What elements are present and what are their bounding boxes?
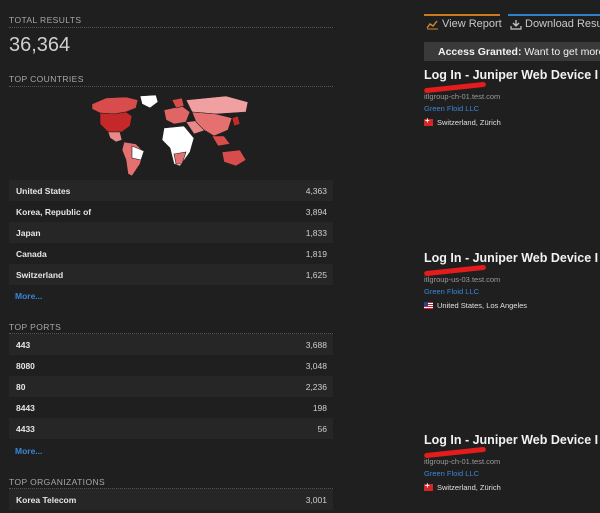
map-usa — [99, 111, 133, 133]
result-location-text: Switzerland, Zürich — [437, 118, 501, 127]
result-title-link[interactable]: Log In - Juniper Web Device I — [424, 68, 600, 82]
port-count: 2,236 — [305, 382, 327, 392]
port-row[interactable]: 8443 198 — [9, 397, 333, 418]
result-organization-link[interactable]: Green Floid LLC — [424, 469, 600, 478]
divider — [9, 27, 333, 28]
port-row[interactable]: 80 2,236 — [9, 376, 333, 397]
download-icon — [510, 19, 522, 30]
total-results-value: 36,364 — [9, 34, 71, 56]
download-results-button[interactable]: Download Resu — [510, 14, 600, 34]
port-count: 3,048 — [305, 361, 327, 371]
country-count: 1,625 — [305, 270, 327, 280]
country-name: United States — [16, 186, 71, 196]
result-hostname: itlgroup-ch-01.test.com — [424, 92, 501, 101]
result-location-text: Switzerland, Zürich — [437, 483, 501, 492]
map-canada — [91, 96, 139, 115]
country-count: 3,894 — [305, 207, 327, 217]
country-count: 1,833 — [305, 228, 327, 238]
organization-name: Korea Telecom — [16, 495, 77, 505]
view-report-label: View Report — [442, 18, 502, 30]
countries-more-link[interactable]: More... — [15, 291, 42, 301]
summary-panel: TOTAL RESULTS 36,364 TOP COUNTRIES Unite… — [0, 0, 340, 513]
country-row[interactable]: Japan 1,833 — [9, 222, 333, 243]
results-panel: View Report Download Resu Access Granted… — [418, 0, 600, 513]
organization-count: 3,001 — [305, 495, 327, 505]
ports-more-link[interactable]: More... — [15, 446, 42, 456]
result-title-link[interactable]: Log In - Juniper Web Device I — [424, 433, 600, 447]
switzerland-flag-icon — [424, 116, 433, 126]
port-name: 4433 — [16, 424, 35, 434]
result-organization-link[interactable]: Green Floid LLC — [424, 104, 600, 113]
map-mexico — [107, 131, 123, 143]
country-row[interactable]: United States 4,363 — [9, 180, 333, 201]
map-se-asia — [211, 135, 231, 147]
map-korea-japan — [231, 115, 241, 127]
banner-strong-text: Access Granted: — [438, 46, 522, 58]
result-location-text: United States, Los Angeles — [437, 301, 528, 310]
country-name: Canada — [16, 249, 47, 259]
switzerland-flag-icon — [424, 481, 433, 491]
result-location: Switzerland, Zürich — [424, 481, 600, 492]
result-item: Log In - Juniper Web Device I itlgroup-u… — [423, 251, 600, 310]
port-row[interactable]: 8080 3,048 — [9, 355, 333, 376]
country-row[interactable]: Canada 1,819 — [9, 243, 333, 264]
port-name: 8443 — [16, 403, 35, 413]
total-results-label: TOTAL RESULTS — [9, 15, 82, 25]
map-russia — [185, 95, 249, 115]
top-organizations-label: TOP ORGANIZATIONS — [9, 477, 106, 487]
port-name: 80 — [16, 382, 26, 392]
united-states-flag-icon — [424, 302, 433, 309]
world-map[interactable] — [86, 94, 256, 180]
port-count: 198 — [312, 403, 327, 413]
download-results-label: Download Resu — [525, 18, 600, 30]
result-item: Log In - Juniper Web Device I itlgroup-c… — [423, 433, 600, 492]
result-hostname: itlgroup-ch-01.test.com — [424, 457, 501, 466]
country-count: 1,819 — [305, 249, 327, 259]
map-scandinavia — [171, 97, 185, 109]
result-hostname: itlgroup-us-03.test.com — [424, 275, 501, 284]
top-ports-label: TOP PORTS — [9, 322, 62, 332]
country-count: 4,363 — [305, 186, 327, 196]
result-title-link[interactable]: Log In - Juniper Web Device I — [424, 251, 600, 265]
result-item: Log In - Juniper Web Device I itlgroup-c… — [423, 68, 600, 127]
port-count: 56 — [317, 424, 327, 434]
country-name: Switzerland — [16, 270, 64, 280]
country-name: Japan — [16, 228, 41, 238]
access-granted-banner[interactable]: Access Granted: Want to get more — [424, 42, 600, 61]
country-row[interactable]: Switzerland 1,625 — [9, 264, 333, 285]
port-count: 3,688 — [305, 340, 327, 350]
result-location: Switzerland, Zürich — [424, 116, 600, 127]
country-name: Korea, Republic of — [16, 207, 92, 217]
result-organization-link[interactable]: Green Floid LLC — [424, 287, 600, 296]
organization-row[interactable]: Korea Telecom 3,001 — [9, 489, 333, 510]
port-row[interactable]: 443 3,688 — [9, 334, 333, 355]
map-australia — [221, 149, 247, 167]
map-greenland — [139, 94, 159, 109]
country-row[interactable]: Korea, Republic of 3,894 — [9, 201, 333, 222]
map-africa-south — [173, 151, 187, 165]
port-name: 443 — [16, 340, 31, 350]
top-countries-label: TOP COUNTRIES — [9, 74, 84, 84]
banner-text: Want to get more — [521, 46, 600, 58]
result-location: United States, Los Angeles — [424, 301, 600, 310]
view-report-button[interactable]: View Report — [426, 14, 502, 34]
port-row[interactable]: 4433 56 — [9, 418, 333, 439]
port-name: 8080 — [16, 361, 35, 371]
map-europe — [163, 105, 191, 125]
divider — [9, 86, 333, 87]
chart-icon — [426, 20, 438, 29]
